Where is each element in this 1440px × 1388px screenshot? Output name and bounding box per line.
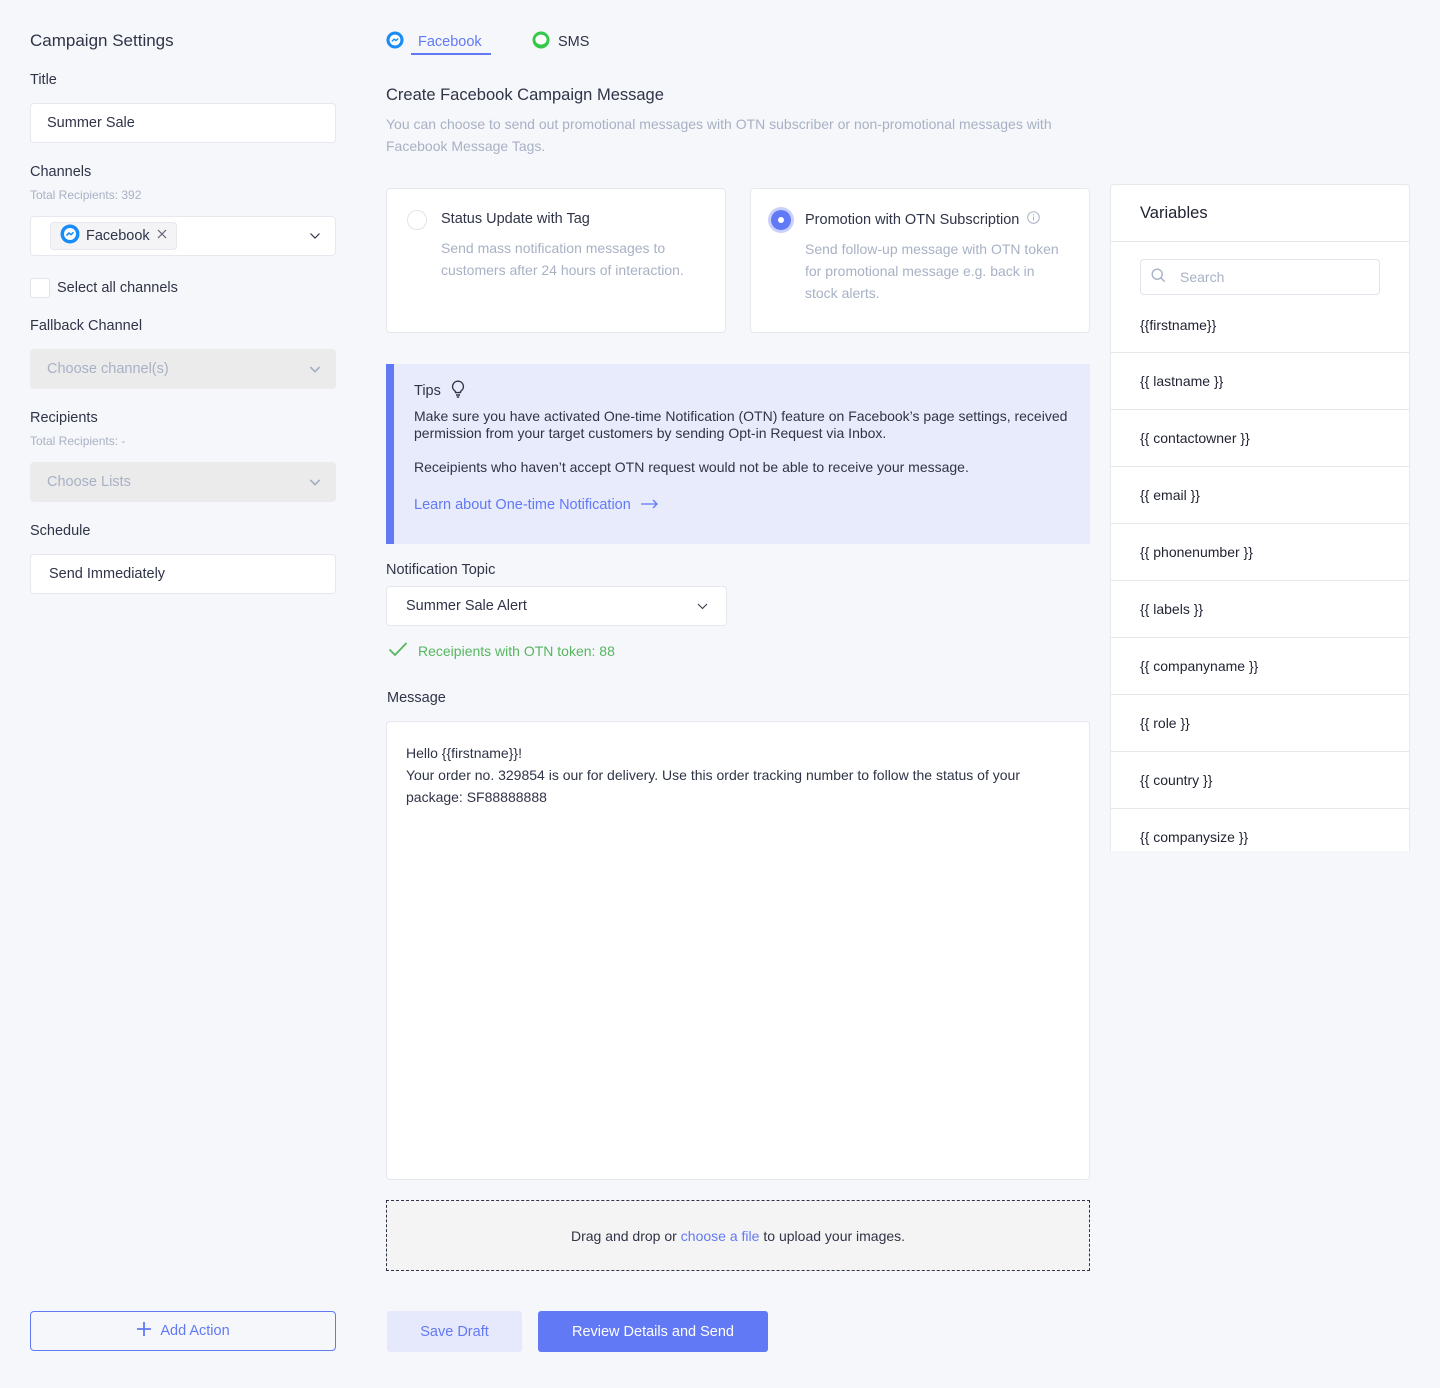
- title-label: Title: [30, 72, 57, 88]
- dropzone-text-after: to upload your images.: [763, 1227, 906, 1244]
- message-line: Hello {{firstname}}!: [406, 745, 522, 761]
- save-draft-button[interactable]: Save Draft: [387, 1311, 522, 1352]
- tips-title: Tips: [414, 380, 465, 402]
- tab-sms[interactable]: SMS: [532, 31, 589, 53]
- channels-total-recipients: Total Recipients: 392: [30, 188, 142, 202]
- variable-item[interactable]: {{ lastname }}: [1111, 353, 1409, 410]
- recipients-total: Total Recipients: -: [30, 434, 126, 448]
- fallback-channel-select[interactable]: Choose channel(s): [30, 349, 336, 389]
- active-tab-indicator: [411, 53, 491, 55]
- variable-item[interactable]: {{ labels }}: [1111, 581, 1409, 638]
- add-action-button[interactable]: Add Action: [30, 1311, 336, 1351]
- sms-bubble-icon: [532, 31, 550, 53]
- variable-item[interactable]: {{ companyname }}: [1111, 638, 1409, 695]
- variable-item[interactable]: {{ country }}: [1111, 752, 1409, 809]
- choose-file-link[interactable]: choose a file: [681, 1228, 760, 1244]
- option-description: Send follow-up message with OTN token fo…: [805, 241, 1059, 301]
- campaign-settings-title: Campaign Settings: [30, 31, 174, 50]
- notification-topic-value: Summer Sale Alert: [406, 598, 527, 614]
- arrow-right-icon: [640, 497, 659, 513]
- recipients-label: Recipients: [30, 410, 98, 426]
- tab-facebook-label: Facebook: [418, 34, 482, 50]
- option-description: Send mass notification messages to custo…: [441, 240, 684, 278]
- search-icon: [1151, 268, 1166, 286]
- add-action-label: Add Action: [160, 1323, 230, 1339]
- variables-search-placeholder: Search: [1180, 269, 1225, 285]
- lightbulb-icon: [451, 380, 465, 402]
- channels-select[interactable]: Facebook: [30, 216, 336, 256]
- option-title: Status Update with Tag: [441, 211, 590, 227]
- option-card-otn-promotion[interactable]: Promotion with OTN Subscription Send fol…: [750, 188, 1090, 333]
- chevron-down-icon[interactable]: [309, 230, 321, 242]
- chevron-down-icon: [696, 600, 708, 612]
- variable-item[interactable]: {{ companysize }}: [1111, 809, 1409, 851]
- review-and-send-button[interactable]: Review Details and Send: [538, 1311, 768, 1352]
- chevron-down-icon: [309, 363, 321, 375]
- otn-token-status: Receipients with OTN token: 88: [388, 641, 615, 660]
- title-input-value: Summer Sale: [47, 115, 135, 131]
- messenger-icon: [386, 31, 404, 53]
- option-title-text: Promotion with OTN Subscription: [805, 211, 1020, 228]
- page-heading: Create Facebook Campaign Message: [386, 86, 664, 104]
- variable-item[interactable]: {{ phonenumber }}: [1111, 524, 1409, 581]
- otn-token-count: Receipients with OTN token: 88: [418, 642, 615, 659]
- tips-panel: Tips Make sure you have activated One-ti…: [386, 364, 1090, 544]
- option-title-text: Status Update with Tag: [441, 211, 590, 227]
- checkmark-icon: [388, 641, 408, 660]
- schedule-select[interactable]: Send Immediately: [30, 554, 336, 594]
- variable-item[interactable]: {{ role }}: [1111, 695, 1409, 752]
- remove-channel-icon[interactable]: [156, 228, 168, 244]
- notification-topic-select[interactable]: Summer Sale Alert: [386, 586, 727, 626]
- otn-promotion-radio[interactable]: [771, 210, 791, 230]
- schedule-label: Schedule: [30, 523, 91, 539]
- variable-item[interactable]: {{ email }}: [1111, 467, 1409, 524]
- title-input[interactable]: Summer Sale: [30, 103, 336, 143]
- status-update-radio[interactable]: [407, 210, 427, 230]
- channels-label: Channels: [30, 164, 92, 180]
- option-title: Promotion with OTN Subscription: [805, 211, 1041, 228]
- option-card-status-update[interactable]: Status Update with Tag Send mass notific…: [386, 188, 726, 333]
- messenger-icon: [60, 224, 80, 248]
- tab-sms-label: SMS: [558, 34, 590, 50]
- recipients-select[interactable]: Choose Lists: [30, 462, 336, 502]
- page-description: You can choose to send out promotional m…: [386, 116, 1052, 154]
- notification-topic-label: Notification Topic: [386, 562, 496, 578]
- tab-facebook[interactable]: Facebook: [386, 31, 482, 53]
- fallback-channel-label: Fallback Channel: [30, 318, 143, 334]
- variables-list: {{firstname}} {{ lastname }} {{ contacto…: [1111, 297, 1409, 851]
- channel-chip-facebook: Facebook: [50, 222, 177, 250]
- dropzone-text-before: Drag and drop or: [570, 1227, 677, 1244]
- recipients-placeholder: Choose Lists: [47, 474, 131, 490]
- select-all-channels-checkbox[interactable]: [30, 278, 50, 298]
- image-dropzone[interactable]: Drag and drop or choose a file to upload…: [386, 1200, 1090, 1271]
- message-label: Message: [387, 690, 446, 706]
- tips-title-text: Tips: [414, 383, 441, 399]
- message-line: Your order no. 329854 is our for deliver…: [406, 767, 1020, 805]
- fallback-channel-placeholder: Choose channel(s): [47, 361, 169, 377]
- learn-otn-link-text: Learn about One-time Notification: [414, 497, 631, 513]
- select-all-channels-label: Select all channels: [57, 280, 178, 296]
- channel-chip-label: Facebook: [86, 228, 150, 244]
- tips-paragraph-2: Receipients who haven’t accept OTN reque…: [414, 459, 969, 475]
- variable-item[interactable]: {{ contactowner }}: [1111, 410, 1409, 467]
- message-textarea[interactable]: Hello {{firstname}}! Your order no. 3298…: [386, 721, 1090, 1180]
- chevron-down-icon: [309, 476, 321, 488]
- variables-title: Variables: [1111, 185, 1409, 242]
- schedule-value: Send Immediately: [49, 566, 166, 582]
- plus-icon: [136, 1321, 152, 1341]
- variables-panel: Variables Search {{firstname}} {{ lastna…: [1110, 184, 1410, 851]
- tips-paragraph-1: Make sure you have activated One-time No…: [414, 408, 1068, 441]
- variable-item[interactable]: {{firstname}}: [1111, 297, 1409, 353]
- learn-otn-link[interactable]: Learn about One-time Notification: [414, 497, 659, 513]
- info-icon[interactable]: [1027, 211, 1041, 228]
- variables-search-input[interactable]: Search: [1140, 259, 1380, 295]
